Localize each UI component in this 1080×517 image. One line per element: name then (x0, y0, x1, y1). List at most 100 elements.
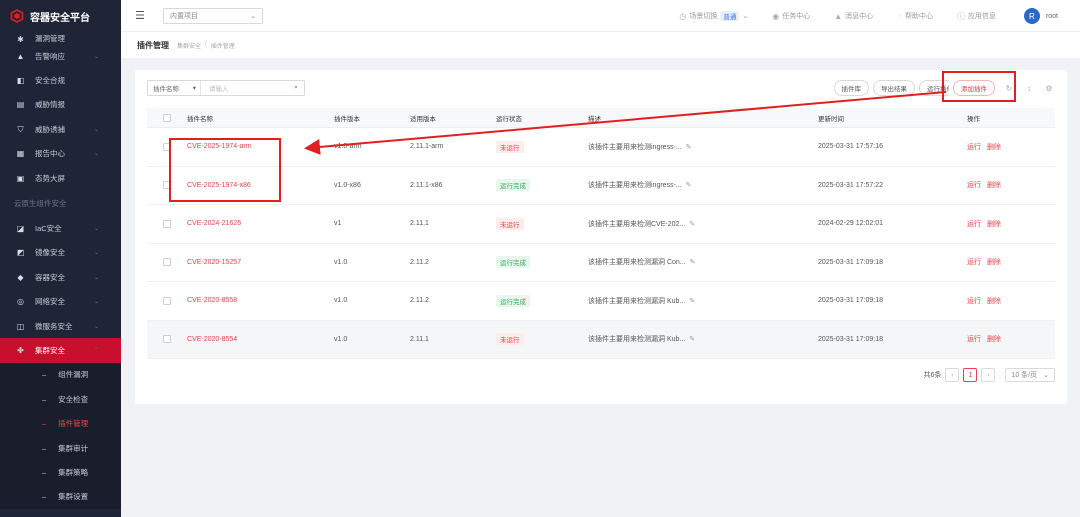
user-name[interactable]: root (1046, 13, 1058, 20)
sidebar-item-label: 容器安全 (35, 272, 65, 282)
delete-link[interactable]: 删除 (987, 219, 1001, 229)
chevron-down-icon: ⌄ (250, 12, 256, 20)
applicable-cell: 2.11.1-x86 (410, 181, 443, 189)
row-select-cell (147, 335, 187, 344)
task-center[interactable]: ◉ 任务中心 (772, 11, 810, 21)
sidebar-subitem-label: 集群策略 (58, 467, 89, 477)
edit-icon[interactable]: ✎ (686, 181, 692, 189)
dash-icon: – (42, 370, 47, 380)
edit-icon[interactable]: ✎ (686, 143, 692, 151)
delete-link[interactable]: 删除 (987, 142, 1001, 152)
help-center[interactable]: ◌ 帮助中心 (897, 11, 933, 21)
name-cell: CVE-2020-8558 (187, 297, 334, 304)
edit-icon[interactable]: ✎ (689, 220, 695, 228)
chevron-down-icon: ⌄ (93, 126, 99, 133)
sidebar-subitem[interactable]: – 集群策略 (0, 460, 121, 485)
plugin-name-link[interactable]: CVE-2024-21626 (187, 220, 241, 227)
plugin-card: 插件名称 ▾ 请输入 ⌕ 插件库 导出结果 运行插件 添加插件 ↻ ↕ ⚙ 插件… (135, 70, 1067, 404)
search-icon[interactable]: ⌕ (288, 84, 304, 92)
sidebar-item-clipped[interactable]: ✱ 漏洞管理 (0, 32, 121, 44)
bug-icon: ✱ (17, 35, 24, 44)
sidebar-item-network[interactable]: ◎ 网络安全 ⌄ (0, 290, 121, 314)
plugin-name-link[interactable]: CVE-2020-15257 (187, 259, 241, 266)
sidebar-subitem[interactable]: – 集群审计 (0, 435, 121, 461)
search-filter: 插件名称 ▾ 请输入 ⌕ (147, 80, 305, 96)
header-applicable: 适用版本 (410, 115, 436, 123)
chevron-down-icon: ⌄ (1043, 372, 1049, 379)
delete-link[interactable]: 删除 (987, 334, 1001, 344)
app-info[interactable]: ⓘ 应用信息 (957, 11, 996, 22)
sidebar-item-microservice[interactable]: ◫ 微服务安全 ⌄ (0, 314, 121, 338)
sidebar-item-label: 集群安全 (35, 345, 65, 355)
menu-toggle-icon[interactable]: ☰ (135, 9, 147, 22)
sidebar-subitem[interactable]: – 安全检查 (0, 387, 121, 412)
row-checkbox[interactable] (163, 219, 171, 228)
sidebar-item-shield[interactable]: ⛉ 威胁诱捕 ⌄ (0, 117, 121, 141)
sidebar-item-label: 漏洞管理 (35, 34, 65, 43)
run-link[interactable]: 运行 (967, 334, 981, 344)
sidebar-group-title: 云原生组件安全 (14, 198, 67, 208)
code-icon: ◪ (16, 224, 25, 234)
status-badge: 运行完成 (496, 294, 530, 307)
plugin-repo-button[interactable]: 插件库 (833, 80, 869, 96)
row-checkbox[interactable] (163, 258, 171, 267)
run-link[interactable]: 运行 (967, 257, 981, 267)
sidebar-item-container[interactable]: ◆ 容器安全 ⌄ (0, 265, 121, 289)
sidebar-subitem-label: 安全检查 (58, 394, 89, 404)
row-checkbox[interactable] (163, 335, 171, 344)
next-page-button[interactable]: › (981, 368, 996, 382)
scene-switch[interactable]: ◷ 场景切换 普通 ⌄ (679, 11, 748, 21)
brand: 容器安全平台 (0, 0, 121, 32)
annotation-box-new-plugins (169, 138, 281, 202)
run-link[interactable]: 运行 (967, 142, 981, 152)
sidebar-item-cluster[interactable]: ✤ 集群安全 ⌃ (0, 338, 121, 363)
updated-cell: 2025-03-31 17:09:18 (818, 258, 883, 266)
sidebar-item-screen[interactable]: ▣ 态势大屏 (0, 166, 121, 190)
dash-icon: – (42, 492, 47, 502)
task-center-label: 任务中心 (782, 13, 811, 20)
page-1-button[interactable]: 1 (963, 368, 978, 382)
sidebar-subitem[interactable]: – 组件漏洞 (0, 362, 121, 388)
name-cell: CVE-2020-15257 (187, 259, 334, 266)
sidebar-item-bell[interactable]: ▲ 告警响应 ⌄ (0, 44, 121, 68)
header-desc: 描述 (588, 115, 601, 123)
run-link[interactable]: 运行 (967, 296, 981, 306)
run-link[interactable]: 运行 (967, 180, 981, 190)
export-results-button[interactable]: 导出结果 (873, 80, 915, 96)
search-input[interactable]: 请输入 (201, 83, 288, 93)
sidebar-item-report[interactable]: ▦ 报告中心 ⌄ (0, 142, 121, 166)
project-select[interactable]: 内置项目 ⌄ (163, 7, 263, 24)
updated-cell: 2025-03-31 17:09:18 (818, 297, 883, 305)
page-size-select[interactable]: 10 条/页 ⌄ (1005, 368, 1055, 382)
delete-link[interactable]: 删除 (987, 180, 1001, 190)
run-link[interactable]: 运行 (967, 219, 981, 229)
edit-icon[interactable]: ✎ (689, 297, 695, 305)
sidebar-item-database[interactable]: ▤ 威胁情报 (0, 93, 121, 117)
sidebar-subitem[interactable]: – 集群设置 (0, 484, 121, 510)
avatar[interactable]: R (1023, 8, 1040, 24)
edit-icon[interactable]: ✎ (690, 258, 696, 266)
dash-icon: – (42, 394, 47, 404)
sidebar-item-image[interactable]: ◩ 镜像安全 ⌄ (0, 241, 121, 265)
sidebar-item-code[interactable]: ◪ IaC安全 ⌄ (0, 216, 121, 240)
plugin-name-link[interactable]: CVE-2020-8554 (187, 336, 237, 343)
help-icon: ◌ (897, 11, 902, 21)
prev-page-button[interactable]: ‹ (945, 368, 960, 382)
delete-link[interactable]: 删除 (987, 296, 1001, 306)
sidebar-subitem[interactable]: – 插件管理 (0, 411, 121, 436)
row-checkbox[interactable] (163, 296, 171, 305)
message-center[interactable]: ▲ 消息中心 (834, 11, 873, 21)
sidebar-item-clipboard[interactable]: ◧ 安全合规 (0, 68, 121, 92)
project-select-value: 内置项目 (170, 12, 198, 20)
breadcrumb-parent[interactable]: 集群安全 (177, 41, 201, 50)
plugin-name-link[interactable]: CVE-2020-8558 (187, 297, 237, 304)
edit-icon[interactable]: ✎ (689, 335, 695, 343)
help-center-label: 帮助中心 (904, 13, 933, 20)
name-cell: CVE-2024-21626 (187, 220, 334, 227)
settings-icon[interactable]: ⚙ (1043, 84, 1055, 93)
applicable-cell: 2.11.1 (410, 335, 429, 343)
filter-field-select[interactable]: 插件名称 ▾ (148, 81, 201, 95)
select-all-checkbox[interactable] (163, 113, 171, 122)
delete-link[interactable]: 删除 (987, 257, 1001, 267)
column-height-icon[interactable]: ↕ (1023, 84, 1035, 93)
